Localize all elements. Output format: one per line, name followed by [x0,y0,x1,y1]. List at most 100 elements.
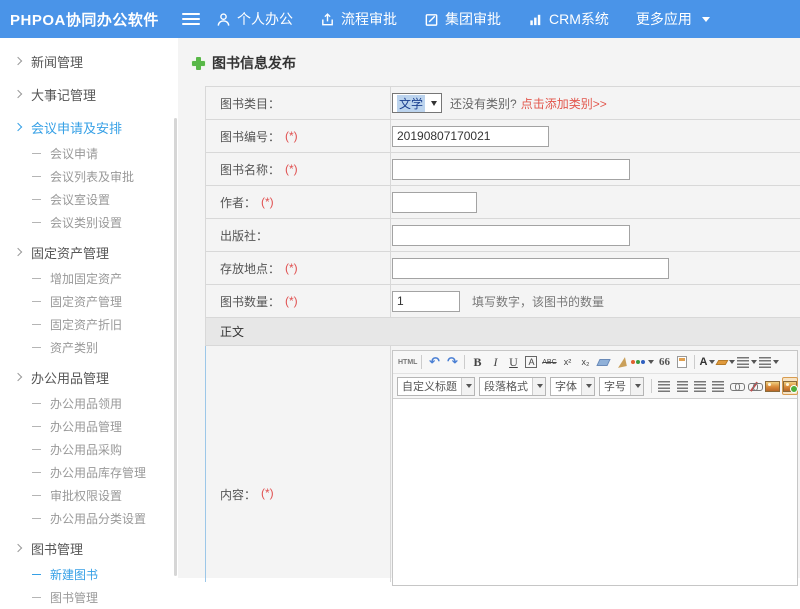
form-row-location: 存放地点：(*) [205,252,800,285]
required-mark: (*) [261,195,274,209]
add-category-link[interactable]: 点击添加类别>> [521,95,607,112]
custom-title-select[interactable]: 自定义标题 [397,377,475,396]
nav-process-approval[interactable]: 流程审批 [320,9,397,29]
category-select[interactable]: 文学 [392,93,442,113]
sidebar-group-office-supplies[interactable]: 办公用品管理 [0,362,178,392]
highlight-color-button[interactable] [717,353,735,371]
sidebar-scrollbar[interactable] [174,118,177,576]
required-mark: (*) [285,294,298,308]
sidebar-group-news[interactable]: 新闻管理 [0,46,178,76]
paste-plain-icon[interactable] [674,353,690,371]
eraser-icon[interactable] [595,353,611,371]
ordered-list-icon[interactable] [737,353,757,371]
insert-image-icon[interactable] [764,377,780,395]
sidebar-item-asset-add[interactable]: 增加固定资产 [0,267,178,290]
required-mark: (*) [261,486,274,500]
nav-more-apps[interactable]: 更多应用 [636,9,710,29]
quantity-input[interactable] [392,291,460,312]
dash-icon [32,176,41,177]
font-family-select[interactable]: 字体 [550,377,595,396]
book-no-input[interactable] [392,126,549,147]
align-right-icon[interactable] [692,377,708,395]
add-plus-icon [192,57,205,70]
dash-icon [32,495,41,496]
align-center-icon[interactable] [674,377,690,395]
book-name-input[interactable] [392,159,630,180]
font-size-select[interactable]: 字号 [599,377,644,396]
dash-icon [32,574,41,575]
form-row-content: 内容： (*) HTML ↶ ↷ B I U A [205,346,800,582]
remove-link-icon[interactable] [746,377,762,395]
group-approval-icon [424,12,439,27]
author-input[interactable] [392,192,477,213]
chevron-right-icon [14,373,22,381]
quantity-hint: 填写数字，该图书的数量 [472,293,604,310]
redo-icon[interactable]: ↷ [444,353,460,371]
underline-button[interactable]: U [505,353,521,371]
caret-down-icon [702,17,710,22]
html-source-button[interactable]: HTML [398,353,417,371]
sidebar-item-asset-depreciation[interactable]: 固定资产折旧 [0,313,178,336]
sidebar-item-meeting-category[interactable]: 会议类别设置 [0,211,178,234]
dash-icon [32,324,41,325]
location-input[interactable] [392,258,669,279]
sidebar-item-meeting-room[interactable]: 会议室设置 [0,188,178,211]
chevron-right-icon [14,248,22,256]
sidebar-item-supplies-claim[interactable]: 办公用品领用 [0,392,178,415]
superscript-button[interactable]: x² [559,353,575,371]
sidebar-item-meeting-list[interactable]: 会议列表及审批 [0,165,178,188]
align-justify-icon[interactable] [710,377,726,395]
unordered-list-icon[interactable] [759,353,779,371]
required-mark: (*) [285,129,298,143]
category-hint: 还没有类别? [450,95,517,112]
sidebar-item-supplies-manage[interactable]: 办公用品管理 [0,415,178,438]
top-header: PHPOA协同办公软件 个人办公 流程审批 集团审批 CRM系统 更多应用 [0,0,800,38]
paragraph-format-select[interactable]: 段落格式 [479,377,546,396]
category-label: 图书类目： [220,95,280,112]
sidebar-group-books[interactable]: 图书管理 [0,533,178,563]
sidebar-item-supplies-inventory[interactable]: 办公用品库存管理 [0,461,178,484]
upload-image-icon[interactable] [782,377,798,395]
blockquote-button[interactable]: 66 [656,353,672,371]
insert-link-icon[interactable] [728,377,744,395]
sidebar-item-book-manage[interactable]: 图书管理 [0,586,178,609]
editor-toolbar-row1: HTML ↶ ↷ B I U A ABC x² x₂ [393,351,797,374]
sidebar-group-fixed-assets[interactable]: 固定资产管理 [0,237,178,267]
italic-button[interactable]: I [487,353,503,371]
book-no-label: 图书编号： [220,128,280,145]
editor-content-area[interactable] [393,399,797,585]
nav-personal-office[interactable]: 个人办公 [216,9,293,29]
sidebar-item-supplies-classification[interactable]: 办公用品分类设置 [0,507,178,530]
strikethrough-button[interactable]: ABC [541,353,557,371]
align-left-icon[interactable] [656,377,672,395]
dash-icon [32,518,41,519]
sidebar-item-new-book[interactable]: 新建图书 [0,563,178,586]
dash-icon [32,472,41,473]
subscript-button[interactable]: x₂ [577,353,593,371]
editor-toolbar-row2: 自定义标题 段落格式 字体 字号 [393,374,797,399]
sidebar-group-memorabilia[interactable]: 大事记管理 [0,79,178,109]
character-border-button[interactable]: A [525,356,537,368]
rich-text-editor: HTML ↶ ↷ B I U A ABC x² x₂ [392,350,798,586]
nav-group-approval[interactable]: 集团审批 [424,9,501,29]
auto-typeset-icon[interactable] [631,353,654,371]
bold-button[interactable]: B [469,353,485,371]
sidebar-item-approval-permission[interactable]: 审批权限设置 [0,484,178,507]
font-color-button[interactable]: A [699,353,715,371]
book-name-label: 图书名称： [220,161,280,178]
crm-icon [528,12,543,27]
undo-icon[interactable]: ↶ [426,353,442,371]
sidebar-item-meeting-apply[interactable]: 会议申请 [0,142,178,165]
format-clear-icon[interactable] [613,353,629,371]
user-icon [216,12,231,27]
publisher-input[interactable] [392,225,630,246]
sidebar-menu: 新闻管理 大事记管理 会议申请及安排 会议申请 会议列表及审批 会议室设置 会议… [0,38,178,578]
menu-toggle-icon[interactable] [182,13,200,25]
sidebar-item-asset-category[interactable]: 资产类别 [0,336,178,359]
nav-crm-system[interactable]: CRM系统 [528,9,609,29]
sidebar-item-asset-manage[interactable]: 固定资产管理 [0,290,178,313]
sidebar-item-supplies-purchase[interactable]: 办公用品采购 [0,438,178,461]
dash-icon [32,199,41,200]
sidebar-group-meeting[interactable]: 会议申请及安排 [0,112,178,142]
form-row-book-name: 图书名称：(*) [205,153,800,186]
